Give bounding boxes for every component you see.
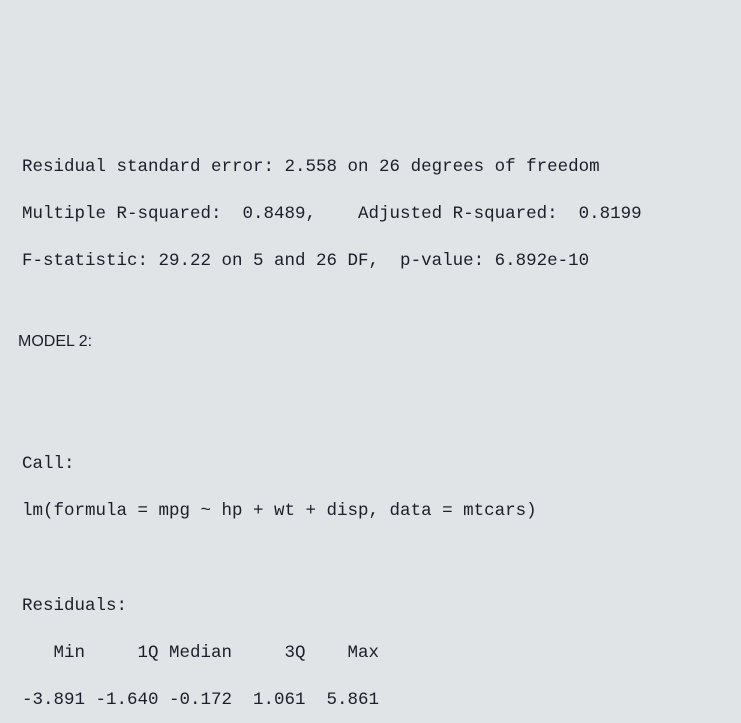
blank-line-2 <box>22 548 723 572</box>
call-formula: lm(formula = mpg ~ hp + wt + disp, data … <box>22 500 723 524</box>
residuals-values: -3.891 -1.640 -0.172 1.061 5.861 <box>22 689 723 713</box>
model1-r2-line: Multiple R-squared: 0.8489, Adjusted R-s… <box>22 203 723 227</box>
residuals-header: Residuals: <box>22 595 723 619</box>
model1-rse-line: Residual standard error: 2.558 on 26 deg… <box>22 156 723 180</box>
residuals-colnames: Min 1Q Median 3Q Max <box>22 642 723 666</box>
blank-line-1 <box>22 406 723 430</box>
model2-heading: MODEL 2: <box>18 331 723 353</box>
r-output-page: Residual standard error: 2.558 on 26 deg… <box>0 118 741 723</box>
model1-fstat-line: F-statistic: 29.22 on 5 and 26 DF, p-val… <box>22 250 723 274</box>
call-header: Call: <box>22 453 723 477</box>
